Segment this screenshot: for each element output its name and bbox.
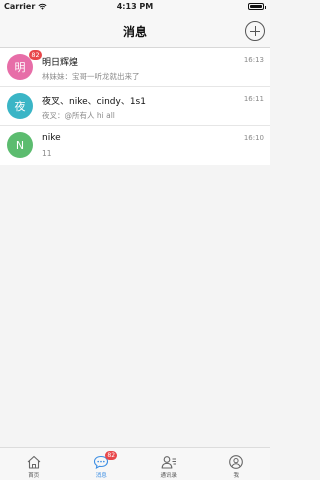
add-button[interactable] <box>245 21 265 41</box>
conversation-name: nike <box>42 133 61 143</box>
tab-label: 通讯录 <box>160 473 177 479</box>
tab-unread-badge: 82 <box>105 451 118 460</box>
status-time: 4:13 PM <box>116 2 154 11</box>
battery-icon <box>248 3 266 10</box>
tab-label: 消息 <box>95 473 107 479</box>
tab-bar: 首页 82 消息 通讯录 我 <box>0 447 270 480</box>
status-bar: Carrier 4:13 PM <box>0 0 270 14</box>
conversation-time: 16:10 <box>243 134 264 142</box>
conversation-item[interactable]: 明 82 明日辉煌 林妹妹：宝哥一听龙就出来了 16:13 <box>0 48 270 87</box>
conversation-name: 明日辉煌 <box>42 58 79 68</box>
page-title: 消息 <box>122 25 147 39</box>
conversation-preview: 11 <box>42 149 52 158</box>
conversation-list: 明 82 明日辉煌 林妹妹：宝哥一听龙就出来了 16:13 夜 夜叉、nike、… <box>0 48 270 165</box>
avatar: 夜 <box>7 93 33 119</box>
tab-profile[interactable]: 我 <box>203 448 271 480</box>
avatar: N <box>7 132 33 158</box>
navigation-bar: 消息 <box>0 14 270 48</box>
tab-label: 首页 <box>28 473 40 479</box>
conversation-preview: 夜叉：@所有人 hi all <box>42 111 115 120</box>
home-icon <box>27 455 41 469</box>
conversation-item[interactable]: 夜 夜叉、nike、cindy、1s1 夜叉：@所有人 hi all 16:11 <box>0 87 270 126</box>
conversation-item[interactable]: N nike 11 16:10 <box>0 126 270 165</box>
conversation-time: 16:11 <box>243 95 264 103</box>
conversation-preview: 林妹妹：宝哥一听龙就出来了 <box>42 72 140 81</box>
tab-label: 我 <box>233 473 239 479</box>
conversation-name: 夜叉、nike、cindy、1s1 <box>42 97 146 107</box>
conversation-time: 16:13 <box>243 56 264 64</box>
tab-contacts[interactable]: 通讯录 <box>135 448 203 480</box>
contacts-icon <box>161 456 176 469</box>
tab-messages[interactable]: 82 消息 <box>68 448 136 480</box>
unread-badge: 82 <box>29 50 42 60</box>
tab-home[interactable]: 首页 <box>0 448 68 480</box>
profile-icon <box>229 455 244 469</box>
